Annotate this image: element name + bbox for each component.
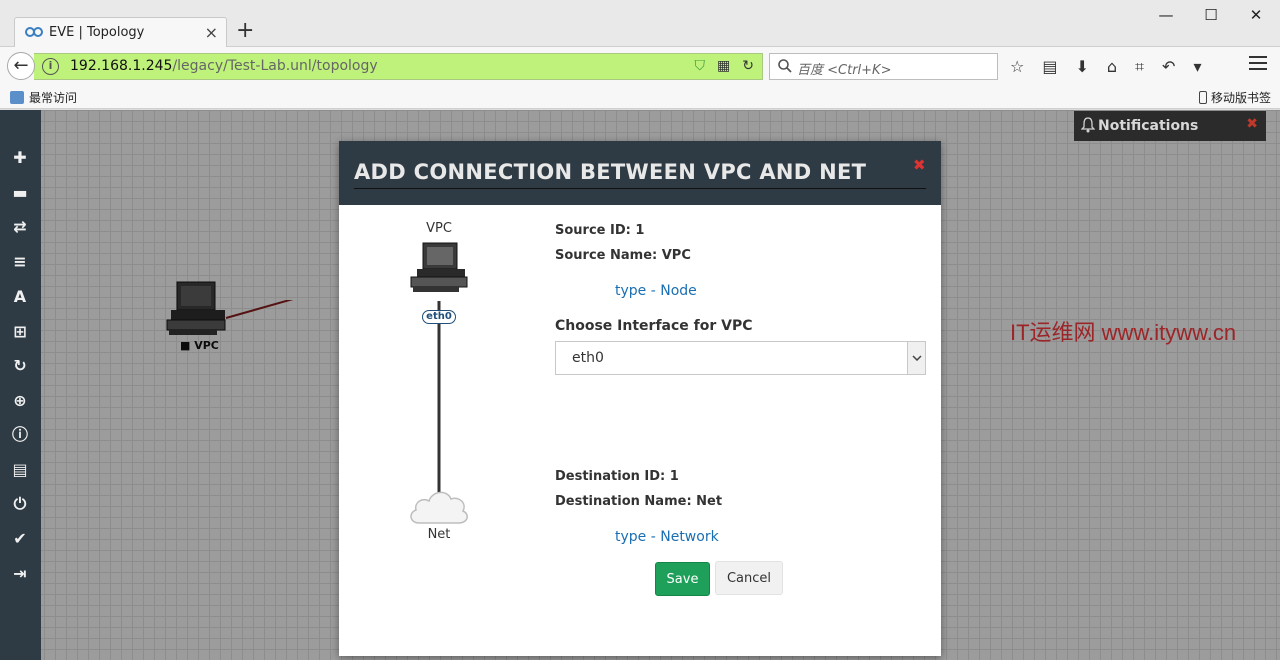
startup-configs-icon[interactable]: ≡ <box>10 252 30 272</box>
destination-type-link[interactable]: type - Network <box>615 529 719 545</box>
url-text: 192.168.1.245/legacy/Test-Lab.unl/topolo… <box>70 58 378 74</box>
menu-icon[interactable] <box>1249 56 1267 74</box>
choose-interface-label: Choose Interface for VPC <box>555 318 753 334</box>
sidebar: ✚ ▬ ⇄ ≡ A ⊞ ↻ ⊕ ⓘ ▤ ⏻ ✔ ⇥ <box>0 110 41 660</box>
browser-tab[interactable]: EVE | Topology × <box>14 17 227 48</box>
notifications-label: Notifications <box>1098 118 1199 134</box>
diagram-link-line <box>437 301 441 501</box>
title-underline <box>354 188 926 189</box>
phone-icon <box>1198 91 1207 104</box>
save-button[interactable]: Save <box>655 562 710 596</box>
notifications-close-icon[interactable]: ✖ <box>1246 116 1258 132</box>
window-close-icon[interactable]: ✕ <box>1241 6 1271 24</box>
folder-icon <box>10 91 24 104</box>
source-type-link[interactable]: type - Node <box>615 283 697 299</box>
bookmark-most-visited[interactable]: 最常访问 <box>10 89 77 106</box>
bell-icon <box>1081 117 1095 133</box>
tab-close-icon[interactable]: × <box>205 23 218 42</box>
cloud-icon <box>410 491 468 524</box>
diagram-source-label: VPC <box>426 221 452 236</box>
search-icon <box>778 59 792 73</box>
interface-badge: eth0 <box>422 310 456 324</box>
check-icon[interactable]: ✔ <box>10 529 30 549</box>
grid-icon[interactable]: ⊞ <box>10 322 30 342</box>
reading-list-icon[interactable]: ▤ <box>1042 57 1057 77</box>
modal-header: ADD CONNECTION BETWEEN VPC AND NET ✖ <box>339 141 941 205</box>
mobile-bookmarks-label: 移动版书签 <box>1210 91 1271 105</box>
interface-select[interactable]: eth0 <box>555 341 926 375</box>
source-id: Source ID: 1 <box>555 223 645 238</box>
interface-select-value: eth0 <box>572 350 604 366</box>
search-placeholder: 百度 <Ctrl+K> <box>797 63 892 78</box>
home-icon[interactable]: ⌂ <box>1107 57 1117 77</box>
shield-icon[interactable]: ⛉ <box>695 58 706 74</box>
site-info-icon[interactable]: i <box>42 58 59 75</box>
crop-icon[interactable]: ⌗ <box>1135 57 1144 77</box>
new-tab-icon[interactable]: + <box>236 20 254 42</box>
url-bar[interactable]: i 192.168.1.245/legacy/Test-Lab.unl/topo… <box>34 53 763 80</box>
reload-icon[interactable]: ↻ <box>742 58 754 74</box>
add-icon[interactable]: ✚ <box>10 148 30 168</box>
refresh-icon[interactable]: ↻ <box>10 356 30 376</box>
download-icon[interactable]: ⬇ <box>1075 57 1088 77</box>
modal-close-icon[interactable]: ✖ <box>913 156 926 174</box>
undo-icon[interactable]: ↶ <box>1162 57 1175 77</box>
url-host: 192.168.1.245 <box>70 58 173 74</box>
logout-icon[interactable]: ⇥ <box>10 564 30 584</box>
toolbar-icons: ☆ ▤ ⬇ ⌂ ⌗ ↶ ▾ <box>1010 57 1201 77</box>
dropdown-icon[interactable]: ▾ <box>1193 57 1201 77</box>
cancel-button[interactable]: Cancel <box>715 561 783 595</box>
bookmark-label: 最常访问 <box>29 91 78 105</box>
minimize-icon[interactable]: — <box>1151 6 1181 24</box>
url-path: /legacy/Test-Lab.unl/topology <box>172 58 378 74</box>
chevron-down-icon <box>912 355 922 361</box>
source-name: Source Name: VPC <box>555 248 691 263</box>
maximize-icon[interactable]: ☐ <box>1196 6 1226 24</box>
notifications-panel[interactable]: Notifications ✖ <box>1074 111 1266 141</box>
bookmark-star-icon[interactable]: ☆ <box>1010 57 1024 77</box>
source-computer-icon <box>410 242 468 292</box>
url-icons: ⛉ ▦ ↻ <box>695 58 754 74</box>
eve-logo-icon <box>25 27 43 37</box>
tab-title: EVE | Topology <box>49 25 145 40</box>
destination-id: Destination ID: 1 <box>555 469 679 484</box>
text-icon[interactable]: A <box>10 287 30 307</box>
networks-icon[interactable]: ⇄ <box>10 217 30 237</box>
tab-bar: EVE | Topology × + — ☐ ✕ <box>0 0 1280 48</box>
zoom-icon[interactable]: ⊕ <box>10 391 30 411</box>
select-arrow[interactable] <box>907 342 925 374</box>
power-icon[interactable]: ⏻ <box>10 494 30 514</box>
modal-title: ADD CONNECTION BETWEEN VPC AND NET <box>354 160 867 184</box>
back-button[interactable]: ← <box>7 52 35 80</box>
add-connection-modal: ADD CONNECTION BETWEEN VPC AND NET ✖ VPC… <box>339 141 941 656</box>
navigation-bar: i 192.168.1.245/legacy/Test-Lab.unl/topo… <box>0 47 1280 85</box>
info-icon[interactable]: ⓘ <box>10 425 30 445</box>
bookmarks-bar: 最常访问 移动版书签 <box>0 85 1280 109</box>
nodes-icon[interactable]: ▬ <box>10 183 30 203</box>
diagram-destination-label: Net <box>427 527 451 542</box>
list-icon[interactable]: ▤ <box>10 460 30 480</box>
qr-code-icon[interactable]: ▦ <box>717 58 730 74</box>
mobile-bookmarks[interactable]: 移动版书签 <box>1198 89 1271 106</box>
connection-diagram: VPC eth0 Net <box>399 221 479 551</box>
search-bar[interactable]: 百度 <Ctrl+K> <box>769 53 998 80</box>
destination-name: Destination Name: Net <box>555 494 723 509</box>
